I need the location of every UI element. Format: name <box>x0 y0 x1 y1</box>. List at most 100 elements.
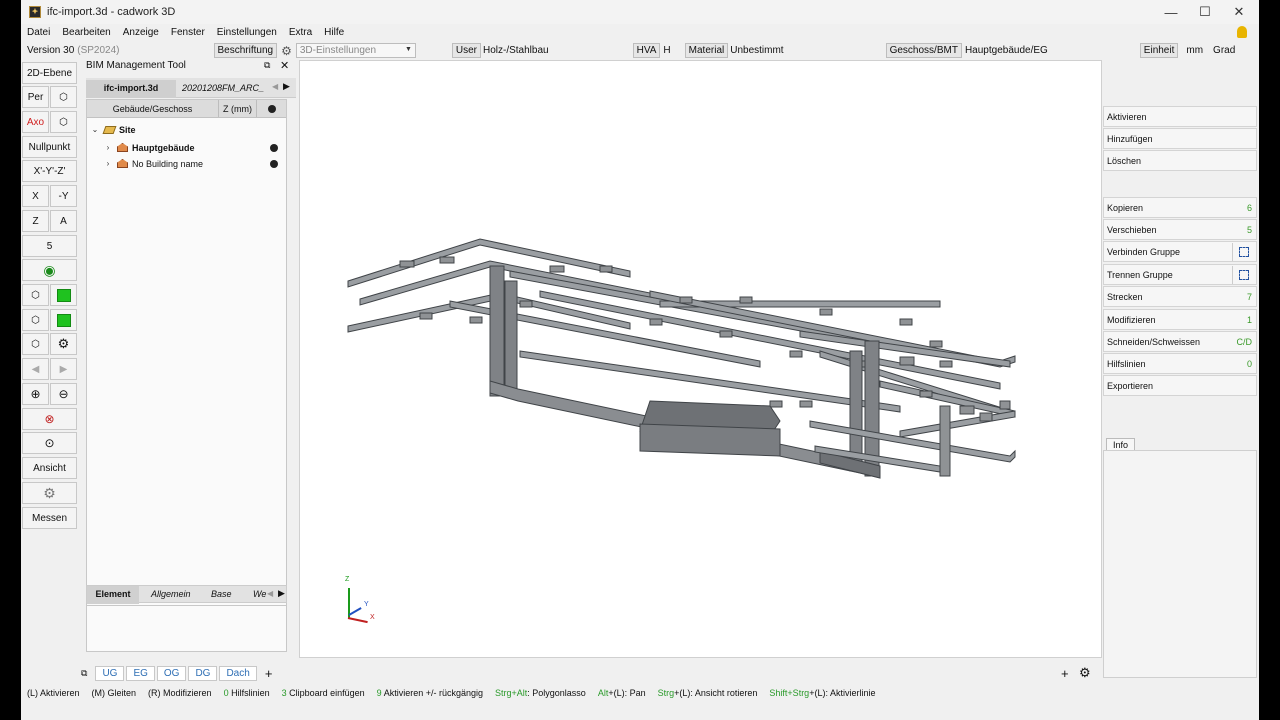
hidden-cube-icon[interactable]: ⬡ <box>22 333 49 355</box>
strecken-button[interactable]: Strecken 7 <box>1103 286 1257 307</box>
exportieren-button[interactable]: Exportieren <box>1103 375 1257 396</box>
gear-icon[interactable]: ⚙ <box>281 44 292 58</box>
x-view-button[interactable]: X <box>22 185 49 207</box>
status-key: Strg <box>657 688 675 698</box>
modifizieren-label: Modifizieren <box>1107 314 1156 325</box>
floor-tab-eg[interactable]: EG <box>126 665 155 681</box>
xyz-button[interactable]: X'-Y'-Z' <box>22 160 77 182</box>
tab-scroll-left-icon[interactable]: ◀ <box>272 82 278 91</box>
loeschen-button[interactable]: Löschen <box>1103 150 1257 171</box>
add-view-button[interactable]: + <box>1061 666 1069 681</box>
kopieren-button[interactable]: Kopieren 6 <box>1103 197 1257 218</box>
tab-base[interactable]: Base <box>205 586 238 604</box>
axo-button[interactable]: Axo <box>22 111 49 133</box>
prop-scroll-right-icon[interactable]: ▶ <box>278 588 285 599</box>
hilfslinien-shortcut: 0 <box>1246 358 1252 369</box>
schneiden-schweissen-button[interactable]: Schneiden/Schweissen C/D <box>1103 331 1257 352</box>
nullpunkt-button[interactable]: Nullpunkt <box>22 136 77 158</box>
collapse-caret-icon[interactable]: › <box>103 159 113 168</box>
five-view-button[interactable]: 5 <box>22 235 77 257</box>
col-z-mm[interactable]: Z (mm) <box>219 100 257 117</box>
add-floor-button[interactable]: + <box>265 666 273 681</box>
next-view-icon[interactable]: ▶ <box>50 358 77 380</box>
close-button[interactable]: ✕ <box>1221 0 1257 24</box>
hva-button[interactable]: HVA <box>632 43 661 58</box>
trennen-gruppe-button[interactable]: Trennen Gruppe <box>1103 264 1257 285</box>
y-axis-line <box>348 607 362 616</box>
unit-grad: Grad <box>1213 45 1236 56</box>
floor-tabs-undock-icon[interactable]: ⧉ <box>81 668 87 679</box>
axo-cube-icon[interactable]: ⬡ <box>50 111 77 133</box>
panel-close-icon[interactable]: ✕ <box>280 59 289 72</box>
aktivieren-label: Aktivieren <box>1107 111 1147 122</box>
material-button[interactable]: Material <box>684 43 729 58</box>
zoom-in-icon[interactable]: ⊕ <box>22 383 49 405</box>
neg-y-view-button[interactable]: -Y <box>50 185 77 207</box>
menu-extra[interactable]: Extra <box>283 27 318 38</box>
tab-scroll-right-icon[interactable]: ▶ <box>283 81 290 92</box>
hilfslinien-button[interactable]: Hilfslinien 0 <box>1103 353 1257 374</box>
floor-tab-og[interactable]: OG <box>156 665 187 681</box>
hinzufuegen-button[interactable]: Hinzufügen <box>1103 128 1257 149</box>
modifizieren-button[interactable]: Modifizieren 1 <box>1103 309 1257 330</box>
tree-row-site[interactable]: ⌄ Site <box>87 122 286 137</box>
verschieben-button[interactable]: Verschieben 5 <box>1103 219 1257 240</box>
maximize-button[interactable]: ☐ <box>1187 0 1223 24</box>
tab-ifc-import[interactable]: ifc-import.3d <box>86 80 176 98</box>
zoom-window-icon[interactable]: ⊙ <box>22 432 77 454</box>
perspective-cube-icon[interactable]: ⬡ <box>50 86 77 108</box>
prev-view-icon[interactable]: ◀ <box>22 358 49 380</box>
solid-cube-green-icon[interactable] <box>50 284 77 306</box>
minimize-button[interactable]: — <box>1153 0 1189 24</box>
shaded-cube-green-icon[interactable] <box>50 309 77 331</box>
expand-caret-icon[interactable]: ⌄ <box>90 125 100 134</box>
col-visibility[interactable] <box>257 100 286 117</box>
zoom-out-icon[interactable]: ⊖ <box>50 383 77 405</box>
verbinden-gruppe-button[interactable]: Verbinden Gruppe <box>1103 241 1257 262</box>
view-gear-icon[interactable]: ⚙ <box>1079 665 1091 681</box>
wireframe-cube-icon[interactable]: ⬡ <box>22 284 49 306</box>
floor-tab-ug[interactable]: UG <box>95 665 125 681</box>
status-hint: 9 Aktivieren +/- rückgängig <box>377 688 483 698</box>
ansicht-button[interactable]: Ansicht <box>22 457 77 479</box>
col-building-floor[interactable]: Gebäude/Geschoss <box>87 100 219 117</box>
zoom-all-icon[interactable]: ⊗ <box>22 408 77 430</box>
floor-tab-dg[interactable]: DG <box>188 665 218 681</box>
tree-row-no-building[interactable]: › No Building name <box>87 156 286 171</box>
aktivieren-button[interactable]: Aktivieren <box>1103 106 1257 127</box>
tab-allgemein[interactable]: Allgemein <box>145 586 197 604</box>
collapse-caret-icon[interactable]: › <box>103 143 113 152</box>
beschriftung-button[interactable]: Beschriftung <box>213 43 278 58</box>
a-view-button[interactable]: A <box>50 210 77 232</box>
geschoss-button[interactable]: Geschoss/BMT <box>885 43 962 58</box>
menu-einstellungen[interactable]: Einstellungen <box>211 27 283 38</box>
settings-gear-icon[interactable]: ⚙ <box>50 333 77 355</box>
tab-arc-file[interactable]: 20201208FM_ARC_Digit <box>176 80 264 98</box>
perspective-button[interactable]: Per <box>22 86 49 108</box>
visibility-dot-icon[interactable] <box>270 143 278 152</box>
z-view-button[interactable]: Z <box>22 210 49 232</box>
prop-scroll-left-icon[interactable]: ◀ <box>267 589 273 598</box>
ebene-2d-button[interactable]: 2D-Ebene <box>22 62 77 84</box>
tab-we[interactable]: We <box>247 586 267 604</box>
view-settings-gear-icon[interactable]: ⚙ <box>22 482 77 504</box>
outline-cube-icon[interactable]: ⬡ <box>22 309 49 331</box>
view-settings-select[interactable]: 3D-Einstellungen ▼ <box>295 43 416 58</box>
user-button[interactable]: User <box>451 43 481 58</box>
tree-row-hauptgebaeude[interactable]: › Hauptgebäude <box>87 140 286 155</box>
orbit-icon[interactable]: ◉ <box>22 259 77 281</box>
menu-datei[interactable]: Datei <box>21 27 56 38</box>
menu-fenster[interactable]: Fenster <box>165 27 211 38</box>
undock-icon[interactable]: ⧉ <box>264 60 270 71</box>
visibility-dot-icon[interactable] <box>270 159 278 168</box>
menu-hilfe[interactable]: Hilfe <box>318 27 350 38</box>
floor-tab-dach[interactable]: Dach <box>219 665 257 681</box>
tab-element[interactable]: Element <box>87 586 139 604</box>
einheit-button[interactable]: Einheit <box>1139 43 1179 58</box>
messen-button[interactable]: Messen <box>22 507 77 529</box>
menu-bearbeiten[interactable]: Bearbeiten <box>56 27 116 38</box>
3d-viewport[interactable]: Z Y X <box>299 60 1102 658</box>
notification-bell-icon[interactable] <box>1237 26 1247 38</box>
status-text: Hilfslinien <box>228 688 270 698</box>
menu-anzeige[interactable]: Anzeige <box>117 27 165 38</box>
